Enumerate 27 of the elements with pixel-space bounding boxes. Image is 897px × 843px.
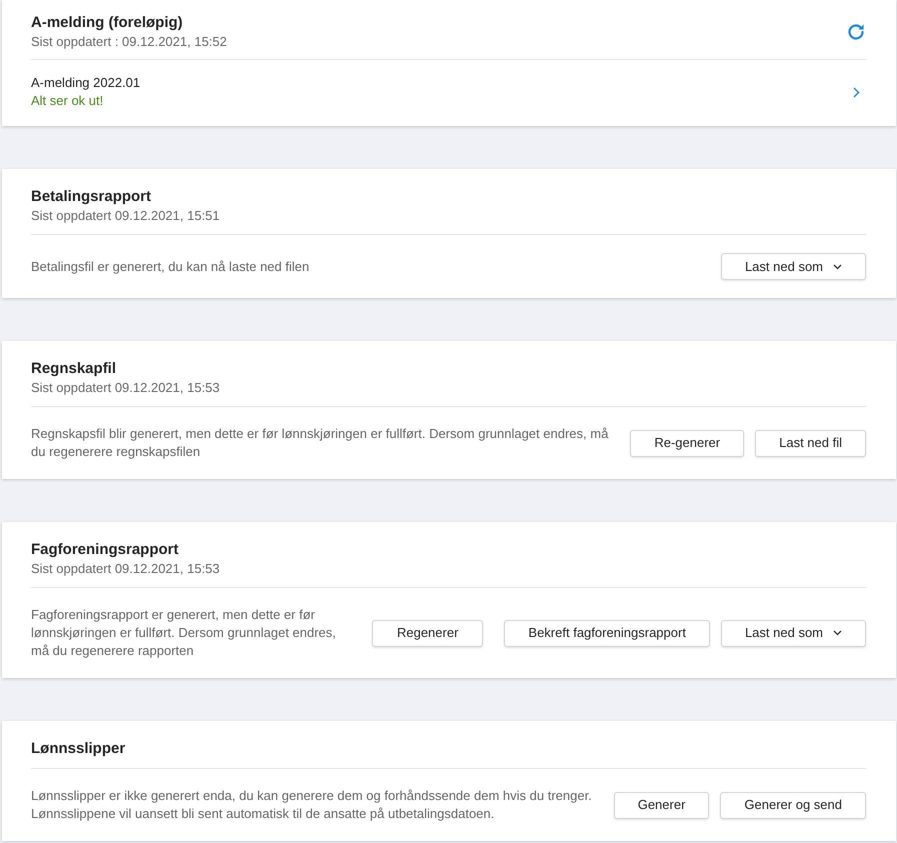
- action-button[interactable]: Re-generer: [630, 430, 744, 456]
- section-title: Regnskapfil: [31, 359, 118, 379]
- action-button[interactable]: Last ned fil: [755, 430, 866, 456]
- report-name: A-melding 2022.01: [31, 74, 140, 92]
- action-button[interactable]: Generer og send: [720, 792, 866, 818]
- section-title: A-melding (foreløpig): [31, 13, 184, 33]
- description-text: Fagforeningsrapport er generert, men dette er før lønnskjøringen er fullført. Dersom grunnlaget endres, må du regenerere rapporten: [31, 606, 337, 660]
- last-updated-text: Sist oppdatert 09.12.2021, 15:53: [31, 379, 221, 397]
- section-title: Fagforeningsrapport: [31, 540, 180, 560]
- refresh-icon[interactable]: [846, 22, 866, 42]
- description-text: Regnskapsfil blir generert, men dette er før lønnskjøringen er fullført. Dersom grunnlaget endres, må du regenerere regnskapsfilen: [31, 425, 610, 461]
- chevron-right-icon[interactable]: [853, 86, 860, 98]
- description-text: Betalingsfil er generert, du kan nå laste ned filen: [31, 258, 310, 276]
- action-button[interactable]: Generer: [614, 792, 710, 818]
- status-text: Alt ser ok ut!: [31, 92, 104, 110]
- section-title: Lønnsslipper: [31, 739, 126, 759]
- dropdown-button[interactable]: Last ned som: [720, 253, 866, 280]
- description-text: Lønnsslipper er ikke generert enda, du kan generere dem og forhåndssende dem hvis du trenger. Lønnsslippene vil uansett bli sent automatisk til de ansatte på utbetalingsdatoen.: [31, 787, 593, 823]
- last-updated-text: Sist oppdatert 09.12.2021, 15:51: [31, 207, 221, 225]
- section-title: Betalingsrapport: [31, 187, 152, 207]
- last-updated-text: Sist oppdatert : 09.12.2021, 15:52: [31, 33, 227, 51]
- caret-down-icon: [833, 630, 842, 636]
- caret-down-icon: [833, 264, 842, 270]
- action-button[interactable]: Bekreft fagforeningsrapport: [504, 620, 710, 646]
- last-updated-text: Sist oppdatert 09.12.2021, 15:53: [31, 560, 221, 578]
- dropdown-button[interactable]: Last ned som: [720, 620, 866, 646]
- action-button[interactable]: Regenerer: [372, 620, 484, 646]
